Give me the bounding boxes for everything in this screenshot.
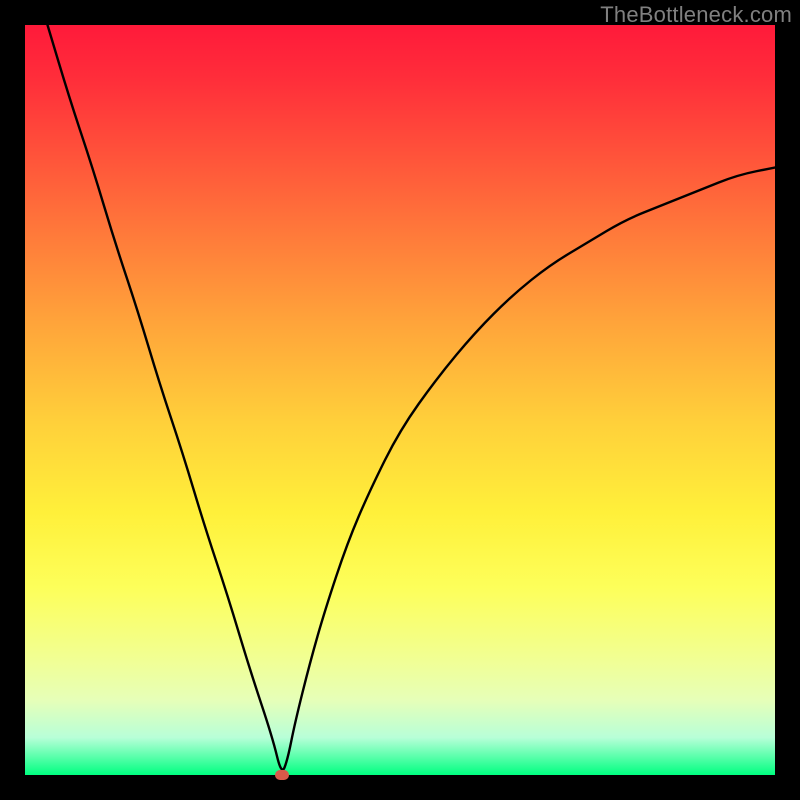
bottleneck-curve	[48, 25, 776, 770]
marker-dot	[275, 770, 289, 780]
chart-frame: TheBottleneck.com	[0, 0, 800, 800]
curve-svg	[25, 25, 775, 775]
plot-area	[25, 25, 775, 775]
